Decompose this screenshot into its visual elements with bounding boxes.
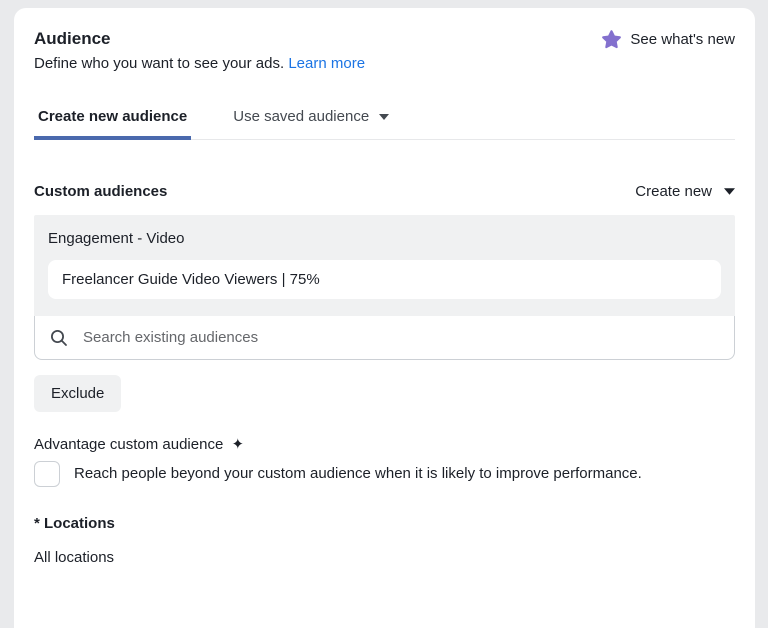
subtitle-text: Define who you want to see your ads. bbox=[34, 55, 285, 72]
exclude-button[interactable]: Exclude bbox=[34, 375, 122, 412]
audience-tabs: Create new audience Use saved audience bbox=[34, 108, 735, 140]
audience-group-label: Engagement - Video bbox=[48, 230, 185, 247]
tab-use-saved-audience[interactable]: Use saved audience bbox=[229, 108, 393, 140]
learn-more-link[interactable]: Learn more bbox=[288, 55, 365, 72]
create-new-dropdown[interactable]: Create new bbox=[635, 183, 735, 200]
included-audiences-box: Engagement - Video Freelancer Guide Vide… bbox=[34, 215, 735, 360]
audience-search-bar bbox=[34, 316, 735, 360]
tab-label: Use saved audience bbox=[233, 108, 370, 125]
custom-audiences-header: Custom audiences Create new bbox=[34, 183, 735, 200]
header-left: Audience Define who you want to see your… bbox=[34, 28, 365, 74]
locations-value: All locations bbox=[34, 549, 115, 566]
advantage-title-text: Advantage custom audience bbox=[34, 436, 224, 453]
advantage-checkbox[interactable] bbox=[34, 461, 60, 487]
audience-panel: Audience Define who you want to see your… bbox=[14, 8, 755, 628]
caret-down-icon bbox=[724, 183, 735, 200]
tab-create-new-audience[interactable]: Create new audience bbox=[34, 108, 192, 140]
panel-header: Audience Define who you want to see your… bbox=[34, 28, 735, 74]
create-new-label: Create new bbox=[635, 183, 712, 200]
star-icon bbox=[601, 29, 622, 50]
magnifier-icon bbox=[49, 328, 69, 348]
sparkle-icon: ✦ bbox=[231, 436, 245, 453]
subtitle: Define who you want to see your ads. Lea… bbox=[34, 54, 365, 74]
custom-audiences-label: Custom audiences bbox=[34, 183, 168, 200]
selected-audience-chip[interactable]: Freelancer Guide Video Viewers | 75% bbox=[48, 260, 721, 299]
advantage-custom-audience-title: Advantage custom audience ✦ bbox=[34, 435, 735, 453]
locations-section-label: * Locations bbox=[34, 515, 115, 532]
see-whats-new-label: See what's new bbox=[630, 31, 735, 48]
advantage-checkbox-label: Reach people beyond your custom audience… bbox=[74, 465, 642, 482]
advantage-checkbox-row: Reach people beyond your custom audience… bbox=[34, 461, 735, 487]
tab-label: Create new audience bbox=[38, 108, 188, 125]
search-existing-audiences-input[interactable] bbox=[83, 329, 720, 346]
see-whats-new-button[interactable]: See what's new bbox=[601, 29, 735, 50]
caret-down-icon bbox=[379, 108, 390, 125]
page-title: Audience bbox=[34, 29, 111, 48]
audience-group: Engagement - Video Freelancer Guide Vide… bbox=[34, 215, 735, 316]
